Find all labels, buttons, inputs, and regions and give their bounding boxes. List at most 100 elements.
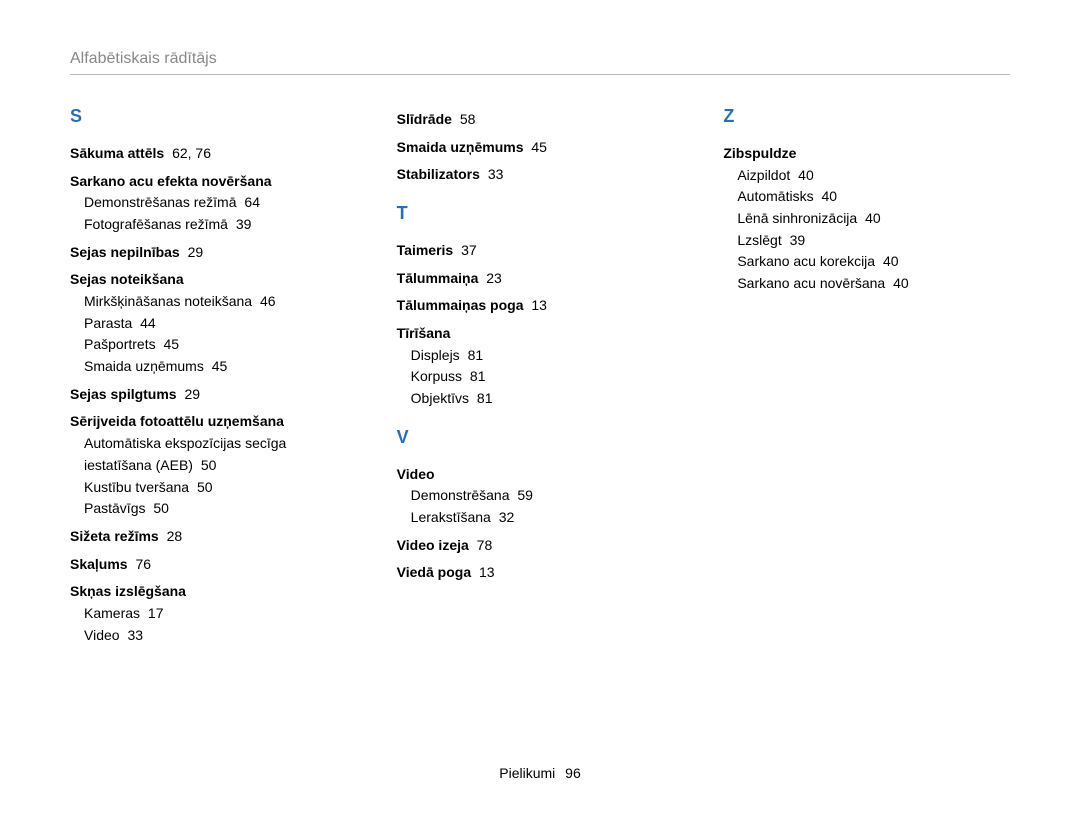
index-subentry[interactable]: Smaida uzņēmums 45	[84, 356, 357, 378]
index-subentry[interactable]: Pašportrets 45	[84, 334, 357, 356]
index-subentry[interactable]: Lzslēgt 39	[737, 230, 1010, 252]
index-columns: S Sākuma attēls 62, 76 Sarkano acu efekt…	[70, 103, 1010, 652]
entry-pages: 28	[167, 528, 183, 544]
subentry-pages: 40	[798, 167, 814, 183]
entry-label: Sejas spilgtums	[70, 386, 177, 402]
index-entry[interactable]: Viedā poga 13	[397, 562, 684, 584]
index-entry[interactable]: Tālummaiņa 23	[397, 268, 684, 290]
index-entry[interactable]: Tīrīšana	[397, 323, 684, 345]
entry-pages: 76	[135, 556, 151, 572]
subentry-label: Parasta	[84, 315, 132, 331]
entry-pages: 23	[486, 270, 502, 286]
subentry-label: Automātisks	[737, 188, 813, 204]
index-entry[interactable]: Sērijveida fotoattēlu uzņemšana	[70, 411, 357, 433]
index-column-2: Slīdrāde 58 Smaida uzņēmums 45 Stabiliza…	[397, 103, 684, 652]
index-subentry[interactable]: Sarkano acu korekcija 40	[737, 251, 1010, 273]
index-subentry[interactable]: Automātiska ekspozīcijas secīga iestatīš…	[84, 433, 357, 476]
entry-label: Stabilizators	[397, 166, 480, 182]
index-subentry[interactable]: Demonstrēšana 59	[411, 485, 684, 507]
entry-label: Video izeja	[397, 537, 469, 553]
index-entry[interactable]: Stabilizators 33	[397, 164, 684, 186]
subentry-pages: 81	[470, 368, 486, 384]
index-entry[interactable]: Sižeta režīms 28	[70, 526, 357, 548]
index-entry[interactable]: Skaļums 76	[70, 554, 357, 576]
entry-pages: 45	[531, 139, 547, 155]
section-letter: Z	[723, 103, 1010, 131]
subentry-label: Automātiska ekspozīcijas secīga iestatīš…	[84, 435, 286, 473]
entry-pages: 78	[477, 537, 493, 553]
subentry-pages: 40	[821, 188, 837, 204]
entry-label: Sākuma attēls	[70, 145, 164, 161]
subentry-pages: 45	[212, 358, 228, 374]
subentry-pages: 50	[197, 479, 213, 495]
section-letter: V	[397, 424, 684, 452]
index-subentry[interactable]: Automātisks 40	[737, 186, 1010, 208]
index-entry[interactable]: Sarkano acu efekta novēršana	[70, 171, 357, 193]
index-entry[interactable]: Video izeja 78	[397, 535, 684, 557]
index-subentry[interactable]: Sarkano acu novēršana 40	[737, 273, 1010, 295]
index-subentry[interactable]: Korpuss 81	[411, 366, 684, 388]
index-subentry[interactable]: Video 33	[84, 625, 357, 647]
index-subentry[interactable]: Demonstrēšanas režīmā 64	[84, 192, 357, 214]
entry-label: Tīrīšana	[397, 325, 451, 341]
index-subentry[interactable]: Lerakstīšana 32	[411, 507, 684, 529]
entry-label: Viedā poga	[397, 564, 471, 580]
entry-label: Smaida uzņēmums	[397, 139, 524, 155]
subentry-pages: 50	[153, 500, 169, 516]
index-subentry[interactable]: Kustību tveršana 50	[84, 477, 357, 499]
index-entry[interactable]: Sākuma attēls 62, 76	[70, 143, 357, 165]
index-entry[interactable]: Slīdrāde 58	[397, 109, 684, 131]
index-entry[interactable]: Sejas spilgtums 29	[70, 384, 357, 406]
entry-pages: 13	[479, 564, 495, 580]
index-entry[interactable]: Zibspuldze	[723, 143, 1010, 165]
index-entry[interactable]: Skņas izslēgšana	[70, 581, 357, 603]
index-subentry[interactable]: Parasta 44	[84, 313, 357, 335]
index-entry[interactable]: Sejas nepilnības 29	[70, 242, 357, 264]
entry-label: Skaļums	[70, 556, 128, 572]
subentry-pages: 50	[201, 457, 217, 473]
entry-pages: 62, 76	[172, 145, 211, 161]
subentry-label: Lerakstīšana	[411, 509, 491, 525]
subentry-label: Objektīvs	[411, 390, 469, 406]
index-subentry[interactable]: Mirkšķināšanas noteikšana 46	[84, 291, 357, 313]
subentry-pages: 46	[260, 293, 276, 309]
entry-pages: 13	[531, 297, 547, 313]
subentry-label: Sarkano acu korekcija	[737, 253, 875, 269]
subentry-label: Pastāvīgs	[84, 500, 145, 516]
subentry-label: Korpuss	[411, 368, 462, 384]
entry-label: Slīdrāde	[397, 111, 452, 127]
footer-label: Pielikumi	[499, 765, 555, 781]
index-subentry[interactable]: Aizpildot 40	[737, 165, 1010, 187]
subentry-pages: 81	[468, 347, 484, 363]
entry-label: Sižeta režīms	[70, 528, 159, 544]
subentry-label: Aizpildot	[737, 167, 790, 183]
subentry-label: Mirkšķināšanas noteikšana	[84, 293, 252, 309]
index-entry[interactable]: Smaida uzņēmums 45	[397, 137, 684, 159]
index-entry[interactable]: Video	[397, 464, 684, 486]
subentry-pages: 44	[140, 315, 156, 331]
index-subentry[interactable]: Objektīvs 81	[411, 388, 684, 410]
index-subentry[interactable]: Fotografēšanas režīmā 39	[84, 214, 357, 236]
index-subentry[interactable]: Pastāvīgs 50	[84, 498, 357, 520]
index-entry[interactable]: Tālummaiņas poga 13	[397, 295, 684, 317]
entry-pages: 37	[461, 242, 477, 258]
subentry-pages: 59	[517, 487, 533, 503]
index-entry[interactable]: Taimeris 37	[397, 240, 684, 262]
index-entry[interactable]: Sejas noteikšana	[70, 269, 357, 291]
index-page: Alfabētiskais rādītājs S Sākuma attēls 6…	[0, 0, 1080, 815]
subentry-pages: 64	[244, 194, 260, 210]
subentry-pages: 40	[893, 275, 909, 291]
index-subentry[interactable]: Lēnā sinhronizācija 40	[737, 208, 1010, 230]
entry-pages: 29	[188, 244, 204, 260]
section-letter: S	[70, 103, 357, 131]
entry-label: Tālummaiņas poga	[397, 297, 524, 313]
subentry-pages: 81	[477, 390, 493, 406]
subentry-label: Lēnā sinhronizācija	[737, 210, 857, 226]
entry-label: Video	[397, 466, 435, 482]
page-header: Alfabētiskais rādītājs	[70, 50, 1010, 75]
entry-pages: 33	[488, 166, 504, 182]
subentry-pages: 33	[127, 627, 143, 643]
index-subentry[interactable]: Kameras 17	[84, 603, 357, 625]
subentry-label: Demonstrēšanas režīmā	[84, 194, 237, 210]
index-subentry[interactable]: Displejs 81	[411, 345, 684, 367]
